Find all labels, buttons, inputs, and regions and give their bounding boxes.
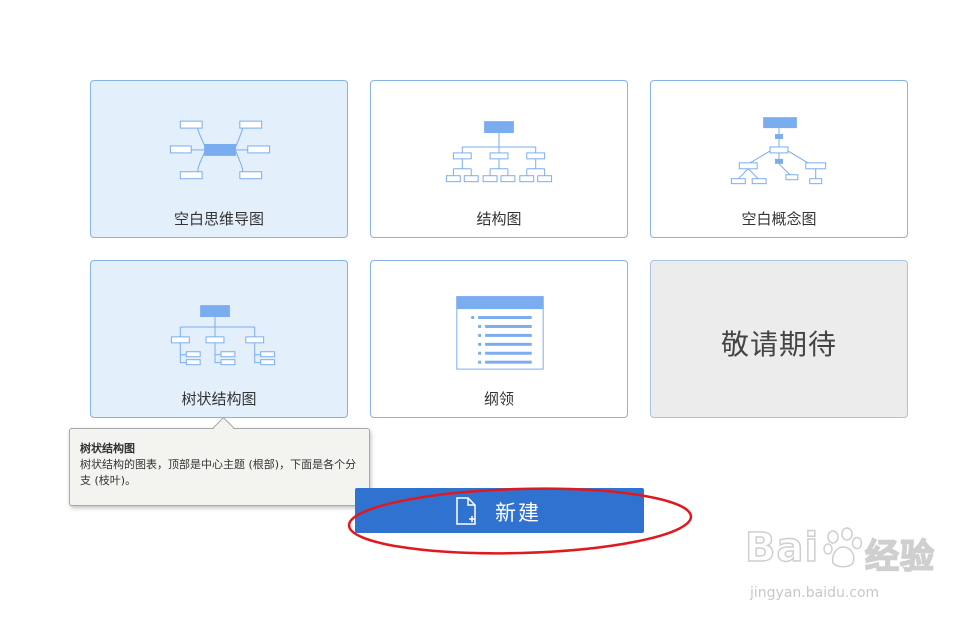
template-card-outline[interactable]: 纲领 (370, 260, 628, 418)
baidu-jingyan-watermark: Bai 经验 jingyan.baidu.com (744, 515, 975, 615)
template-card-coming-soon: 敬请期待 (650, 260, 908, 418)
tooltip-body: 树状结构的图表，顶部是中心主题 (根部)，下面是各个分支 (枝叶)。 (80, 458, 357, 487)
template-label: 空白思维导图 (173, 210, 264, 228)
concept-map-icon (730, 117, 827, 185)
template-label: 结构图 (476, 210, 522, 228)
template-card-mind-map[interactable]: 空白思维导图 (90, 80, 348, 238)
outline-icon (456, 296, 544, 370)
coming-soon-label: 敬请期待 (720, 328, 837, 361)
paw-logo-icon (823, 527, 863, 568)
new-button[interactable]: 新建 (355, 488, 644, 533)
template-card-tree-chart[interactable]: 树状结构图 (90, 260, 348, 418)
tooltip-title: 树状结构图 (80, 442, 135, 455)
template-card-concept-map[interactable]: 空白概念图 (650, 80, 908, 238)
template-tooltip: 树状结构图 树状结构的图表，顶部是中心主题 (根部)，下面是各个分支 (枝叶)。 (69, 416, 370, 506)
watermark-brand-cn: 经验 (864, 536, 935, 578)
new-button-label: 新建 (495, 501, 541, 525)
template-label: 纲领 (483, 390, 514, 408)
template-card-structure[interactable]: 结构图 (370, 80, 628, 238)
template-label: 空白概念图 (741, 210, 817, 228)
tooltip-arrow (212, 416, 235, 439)
watermark-url: jingyan.baidu.com (750, 585, 880, 601)
watermark-brand: Bai (744, 524, 820, 572)
template-label: 树状结构图 (181, 390, 257, 408)
tree-chart-icon (170, 305, 276, 366)
org-chart-icon (445, 121, 553, 183)
mind-map-icon (169, 120, 271, 180)
new-file-icon (456, 497, 476, 525)
